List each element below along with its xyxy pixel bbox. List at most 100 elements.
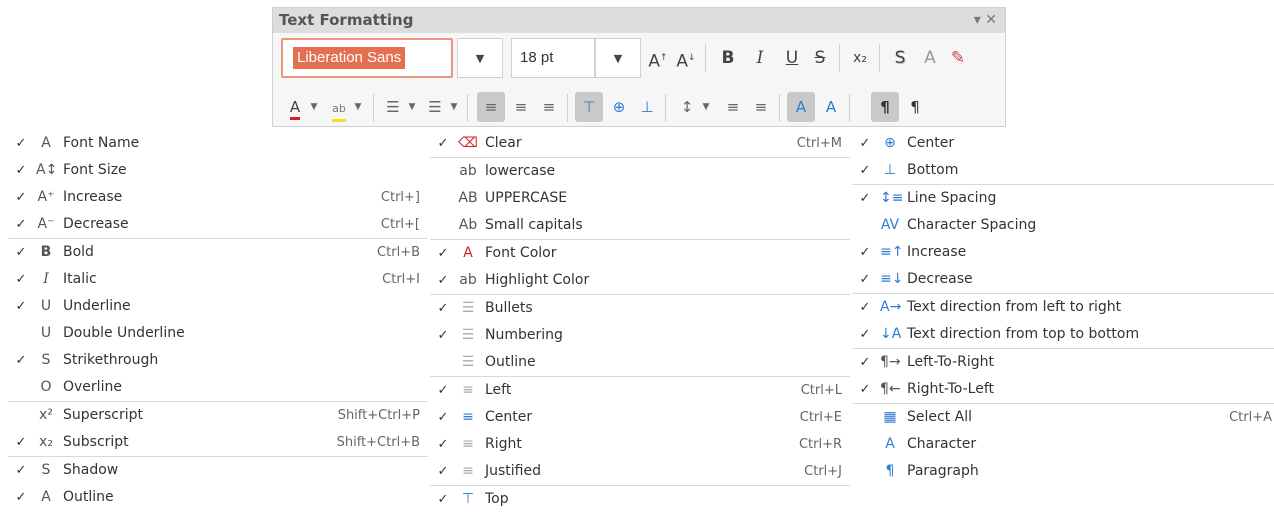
menu-item-label: Underline <box>63 298 131 314</box>
line-spacing-icon[interactable]: ↕ <box>673 92 701 122</box>
font-size-box[interactable]: 18 pt <box>511 38 595 78</box>
menu-item-left[interactable]: ✓ ≡ Left Ctrl+L <box>430 377 850 404</box>
numbering-dropdown-icon[interactable]: ▼ <box>447 92 461 122</box>
highlight-color-icon[interactable]: ab <box>325 92 353 122</box>
menu-item-line-spacing[interactable]: ✓ ↕≡ Line Spacing <box>852 185 1274 212</box>
highlight-dropdown-icon[interactable]: ▼ <box>351 92 365 122</box>
menu-item-font-name[interactable]: ✓ A Font Name <box>8 130 428 157</box>
checkmark-icon: ✓ <box>15 217 27 232</box>
align-vcenter-icon[interactable]: ⊕ <box>605 92 633 122</box>
increase-paragraph-spacing-icon[interactable]: ≡ <box>719 92 747 122</box>
increase-font-icon[interactable]: A↑ <box>645 42 671 74</box>
menu-item-italic[interactable]: ✓ I Italic Ctrl+I <box>8 266 428 293</box>
character-spacing-icon: AV <box>880 217 900 233</box>
menu-item-bullets[interactable]: ✓ ☰ Bullets <box>430 295 850 322</box>
menu-item-underline[interactable]: ✓ U Underline <box>8 293 428 320</box>
menu-item-right[interactable]: ✓ ≡ Right Ctrl+R <box>430 431 850 458</box>
menu-item-justified[interactable]: ✓ ≡ Justified Ctrl+J <box>430 458 850 485</box>
menu-item-increase[interactable]: ✓ A⁺ Increase Ctrl+] <box>8 184 428 211</box>
checkmark-icon: ✓ <box>437 246 449 261</box>
bold-icon[interactable]: B <box>715 42 741 74</box>
italic-icon[interactable]: I <box>747 42 773 74</box>
align-right-icon[interactable]: ≡ <box>535 92 563 122</box>
underline-icon[interactable]: U <box>779 42 805 74</box>
font-size-dropdown-button[interactable]: ▼ <box>595 38 641 78</box>
decrease-font-icon[interactable]: A↓ <box>673 42 699 74</box>
menu-item-outline[interactable]: ✓ A Outline <box>8 484 428 511</box>
align-top-icon[interactable]: ⊤ <box>575 92 603 122</box>
menu-item-top[interactable]: ✓ ⊤ Top <box>430 486 850 513</box>
text-direction-ttb-icon[interactable]: A <box>817 92 845 122</box>
menu-item-highlight-color[interactable]: ✓ ab Highlight Color <box>430 267 850 294</box>
align-bottom-icon[interactable]: ⊥ <box>633 92 661 122</box>
checkmark-icon: ✓ <box>15 490 27 505</box>
numbering-icon[interactable]: ☰ <box>421 92 449 122</box>
menu-item-increase[interactable]: ✓ ≡↑ Increase <box>852 239 1274 266</box>
numbering-icon: ☰ <box>461 327 475 343</box>
menu-item-label: Character <box>907 436 977 452</box>
font-name-box[interactable]: Liberation Sans <box>281 38 453 78</box>
menu-item-subscript[interactable]: ✓ x₂ Subscript Shift+Ctrl+B <box>8 429 428 456</box>
menu-item-decrease[interactable]: ✓ A⁻ Decrease Ctrl+[ <box>8 211 428 238</box>
clear-formatting-icon[interactable]: ✎ <box>945 42 971 74</box>
toolbar-window-controls[interactable]: ▾ ✕ <box>974 8 997 33</box>
checkmark-icon: ✓ <box>437 273 449 288</box>
font-name-dropdown-button[interactable]: ▼ <box>457 38 503 78</box>
decrease-paragraph-spacing-icon[interactable]: ≡ <box>747 92 775 122</box>
menu-item-shadow[interactable]: ✓ S Shadow <box>8 457 428 484</box>
bullets-icon[interactable]: ☰ <box>379 92 407 122</box>
menu-item-numbering[interactable]: ✓ ☰ Numbering <box>430 322 850 349</box>
text-direction-from-left-to-right-icon: A→ <box>880 299 902 315</box>
menu-item-font-color[interactable]: ✓ A Font Color <box>430 240 850 267</box>
left-to-right-icon: ¶→ <box>880 354 901 370</box>
menu-item-paragraph[interactable]: ¶ Paragraph <box>852 458 1274 485</box>
checkmark-icon: ✓ <box>15 435 27 450</box>
menu-item-center[interactable]: ✓ ≡ Center Ctrl+E <box>430 404 850 431</box>
menu-item-left-to-right[interactable]: ✓ ¶→ Left-To-Right <box>852 349 1274 376</box>
outline-font-icon[interactable]: A <box>917 42 943 74</box>
menu-item-select-all[interactable]: ▦ Select All Ctrl+A <box>852 404 1274 431</box>
menu-item-double-underline[interactable]: U Double Underline <box>8 320 428 347</box>
menu-item-lowercase[interactable]: ab lowercase <box>430 158 850 185</box>
shadow-icon[interactable]: S <box>887 42 913 74</box>
menu-item-strikethrough[interactable]: ✓ S Strikethrough <box>8 347 428 374</box>
menu-item-decrease[interactable]: ✓ ≡↓ Decrease <box>852 266 1274 293</box>
align-center-icon[interactable]: ≡ <box>507 92 535 122</box>
font-color-icon[interactable]: A <box>281 92 309 122</box>
left-to-right-icon[interactable]: ¶ <box>871 92 899 122</box>
menu-item-font-size[interactable]: ✓ A↕ Font Size <box>8 157 428 184</box>
menu-item-bold[interactable]: ✓ B Bold Ctrl+B <box>8 239 428 266</box>
menu-item-label: Bottom <box>907 162 959 178</box>
menu-item-text-direction-from-left-to-right[interactable]: ✓ A→ Text direction from left to right <box>852 294 1274 321</box>
menu-item-bottom[interactable]: ✓ ⊥ Bottom <box>852 157 1274 184</box>
checkmark-icon: ✓ <box>437 410 449 425</box>
menu-item-character[interactable]: A Character <box>852 431 1274 458</box>
bullets-dropdown-icon[interactable]: ▼ <box>405 92 419 122</box>
menu-item-clear[interactable]: ✓ ⌫ Clear Ctrl+M <box>430 130 850 157</box>
font-name-value[interactable]: Liberation Sans <box>293 47 406 69</box>
menu-item-label: UPPERCASE <box>485 190 568 206</box>
menu-item-label: Center <box>907 135 955 151</box>
toolbar-title-bar[interactable]: Text Formatting ▾ ✕ <box>273 8 1005 33</box>
subscript-icon[interactable]: x₂ <box>847 42 873 74</box>
customize-menu-column-2: ✓ ⌫ Clear Ctrl+M ab lowercase AB UPPERCASE Ab Sma… <box>430 130 850 513</box>
menu-item-label: Center <box>485 409 533 425</box>
font-color-dropdown-icon[interactable]: ▼ <box>307 92 321 122</box>
uppercase-icon: AB <box>458 190 478 206</box>
menu-item-small-capitals[interactable]: Ab Small capitals <box>430 212 850 239</box>
menu-item-right-to-left[interactable]: ✓ ¶← Right-To-Left <box>852 376 1274 403</box>
right-to-left-icon[interactable]: ¶ <box>901 92 929 122</box>
text-direction-ltr-icon[interactable]: A <box>787 92 815 122</box>
menu-item-uppercase[interactable]: AB UPPERCASE <box>430 185 850 212</box>
customize-menu-column-3: ✓ ⊕ Center ✓ ⊥ Bottom ✓ ↕≡ Line Spacing AV Charact… <box>852 130 1274 485</box>
menu-item-outline[interactable]: ☰ Outline <box>430 349 850 376</box>
menu-item-text-direction-from-top-to-bottom[interactable]: ✓ ↓A Text direction from top to bottom <box>852 321 1274 348</box>
align-left-icon[interactable]: ≡ <box>477 92 505 122</box>
line-spacing-dropdown-icon[interactable]: ▼ <box>699 92 713 122</box>
menu-item-character-spacing[interactable]: AV Character Spacing <box>852 212 1274 239</box>
menu-item-overline[interactable]: O Overline <box>8 374 428 401</box>
menu-item-center[interactable]: ✓ ⊕ Center <box>852 130 1274 157</box>
strikethrough-icon[interactable]: S <box>807 42 833 74</box>
checkmark-icon: ✓ <box>859 163 871 178</box>
menu-item-superscript[interactable]: x² Superscript Shift+Ctrl+P <box>8 402 428 429</box>
